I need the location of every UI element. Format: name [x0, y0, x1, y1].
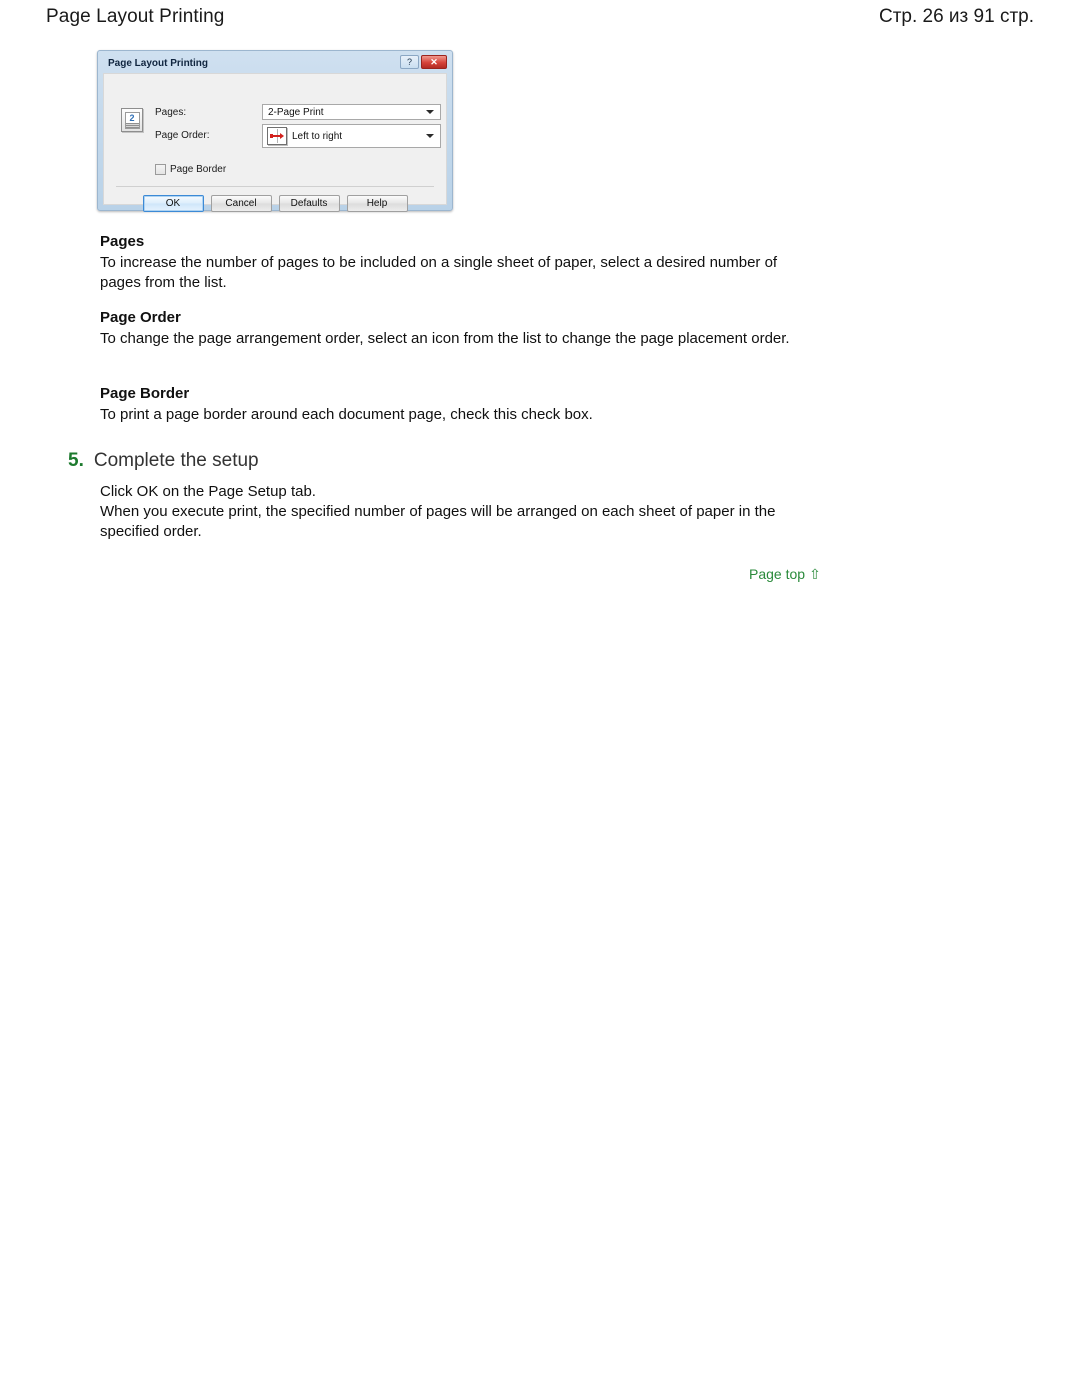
section-heading-page-border: Page Border	[100, 385, 190, 402]
section-heading-pages: Pages	[100, 233, 145, 250]
page-title: Page Layout Printing	[46, 6, 225, 27]
dialog-frame: Page Layout Printing ? ✕ 2 Pages: Page O…	[97, 50, 453, 212]
dialog-title: Page Layout Printing	[108, 58, 209, 69]
page-order-dropdown-value: Left to right	[292, 130, 343, 142]
page-header: Page Layout Printing Стр. 26 из 91 стр.	[0, 0, 1080, 34]
ok-button[interactable]: OK	[142, 195, 204, 212]
dialog-titlebar: Page Layout Printing ? ✕	[103, 54, 447, 73]
help-button[interactable]: Help	[346, 195, 408, 212]
chevron-down-icon	[426, 110, 434, 114]
left-to-right-arrow-icon	[267, 127, 287, 145]
pages-label: Pages:	[155, 107, 187, 118]
page-top-link[interactable]: Page top ⇧	[749, 566, 821, 582]
section-body-page-order: To change the page arrangement order, se…	[100, 330, 790, 347]
preview-page-count: 2	[129, 112, 135, 123]
page-border-checkbox-row[interactable]: Page Border	[155, 164, 226, 175]
step-number: 5.	[68, 450, 84, 471]
page-border-checkbox[interactable]	[155, 164, 166, 175]
page-number-indicator: Стр. 26 из 91 стр.	[878, 6, 1034, 27]
defaults-button[interactable]: Defaults	[278, 195, 340, 212]
step-body-line-1: Click OK on the Page Setup tab.	[100, 483, 316, 500]
pages-dropdown-value: 2-Page Print	[268, 106, 324, 118]
chevron-down-icon	[426, 134, 434, 138]
section-body-page-border: To print a page border around each docum…	[100, 406, 593, 423]
step-title: Complete the setup	[93, 450, 259, 471]
page-layout-printing-dialog-image: Page Layout Printing ? ✕ 2 Pages: Page O…	[97, 50, 453, 212]
preview-sheet: 2	[124, 111, 140, 129]
page-layout-preview-icon: 2	[121, 108, 143, 132]
dialog-divider	[116, 186, 434, 187]
step-5-heading: 5. Complete the setup	[68, 450, 259, 472]
page-top-label: Page top	[749, 566, 806, 582]
page-order-label: Page Order:	[155, 130, 210, 141]
page-order-dropdown[interactable]: Left to right	[262, 124, 441, 148]
titlebar-buttons: ? ✕	[400, 55, 447, 69]
preview-text-lines	[125, 122, 139, 128]
page-border-checkbox-label: Page Border	[170, 164, 227, 175]
close-icon[interactable]: ✕	[421, 55, 447, 69]
pages-dropdown[interactable]: 2-Page Print	[262, 104, 441, 120]
step-body-line-2: When you execute print, the specified nu…	[100, 503, 776, 540]
section-body-pages: To increase the number of pages to be in…	[100, 254, 778, 291]
arrow-up-icon: ⇧	[809, 566, 821, 582]
dialog-body: 2 Pages: Page Order: 2-Page Print Left t…	[103, 73, 447, 212]
dialog-button-row: OK Cancel Defaults Help	[104, 195, 446, 212]
cancel-button[interactable]: Cancel	[210, 195, 272, 212]
section-heading-page-order: Page Order	[100, 309, 181, 326]
help-icon[interactable]: ?	[400, 55, 419, 69]
